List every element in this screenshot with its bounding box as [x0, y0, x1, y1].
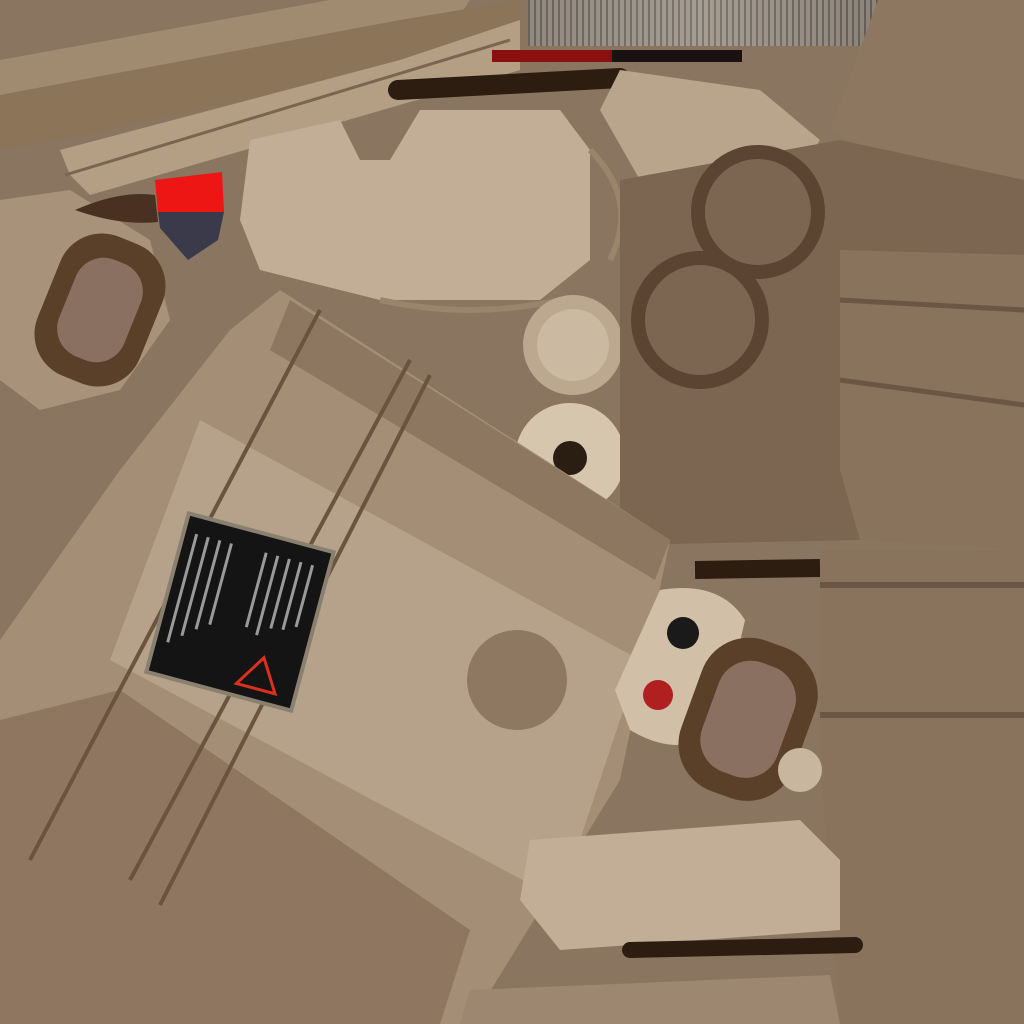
red-strip [492, 50, 612, 62]
black-strip [612, 50, 742, 62]
button-dot-icon-red [643, 680, 673, 710]
fuzzy-ball-center [537, 309, 609, 381]
dark-stroke-top [388, 68, 630, 100]
ridged-strip-shade [528, 0, 878, 46]
dark-rod [694, 559, 821, 579]
texture-atlas [0, 0, 1024, 1024]
fin-icon [467, 630, 567, 730]
texture-atlas-canvas [0, 0, 1024, 1024]
small-knob [778, 748, 822, 792]
dark-stroke-bottom [622, 937, 863, 958]
button-dot-icon-black [667, 617, 699, 649]
